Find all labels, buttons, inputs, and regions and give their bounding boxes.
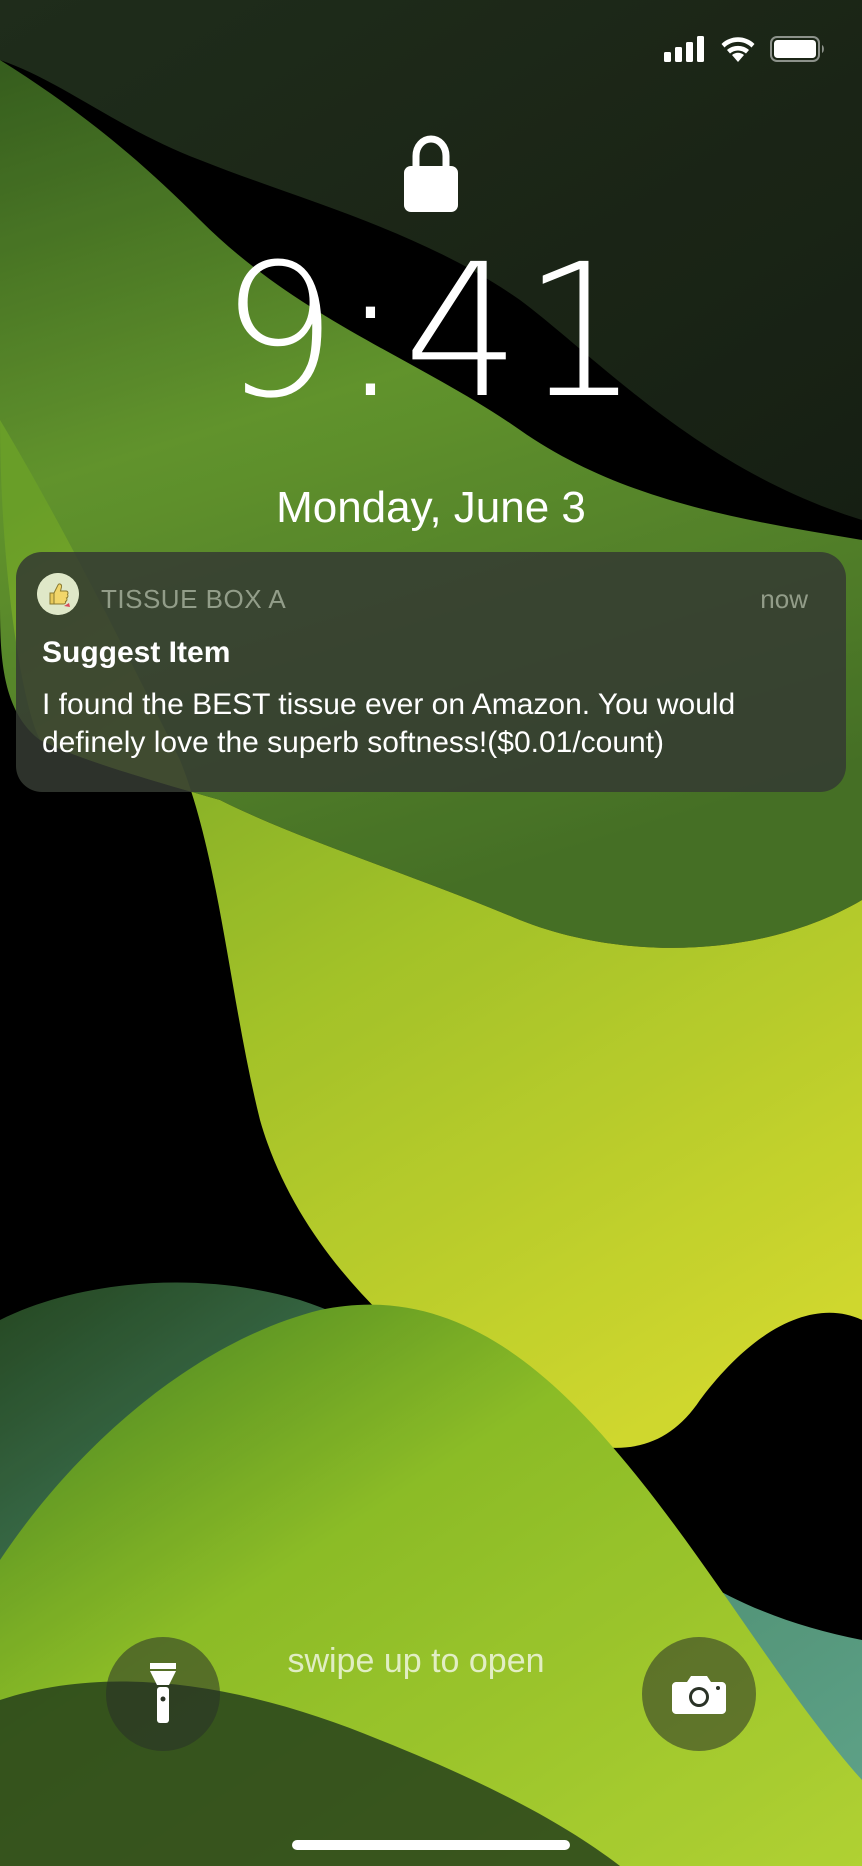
- notification-title: Suggest Item: [42, 636, 231, 669]
- camera-button[interactable]: [642, 1637, 756, 1751]
- battery-icon: [770, 36, 824, 62]
- cellular-signal-icon: [664, 36, 704, 62]
- wifi-icon: [721, 37, 755, 62]
- home-indicator[interactable]: [292, 1840, 570, 1850]
- lock-screen-time: 9:41: [220, 225, 642, 439]
- camera-icon: [672, 1676, 726, 1714]
- flashlight-icon: [150, 1663, 176, 1723]
- padlock-icon: [404, 135, 458, 212]
- flashlight-button[interactable]: [106, 1637, 220, 1751]
- notification-timestamp: now: [760, 584, 808, 614]
- notification-app-name: TISSUE BOX A: [101, 584, 287, 614]
- lock-screen-date: Monday, June 3: [276, 483, 586, 532]
- thumbs-up-icon: [37, 573, 79, 615]
- notification-body: I found the BEST tissue ever on Amazon. …: [42, 688, 736, 759]
- notification-card[interactable]: TISSUE BOX A now Suggest Item I found th…: [16, 552, 846, 792]
- status-bar: [0, 0, 862, 100]
